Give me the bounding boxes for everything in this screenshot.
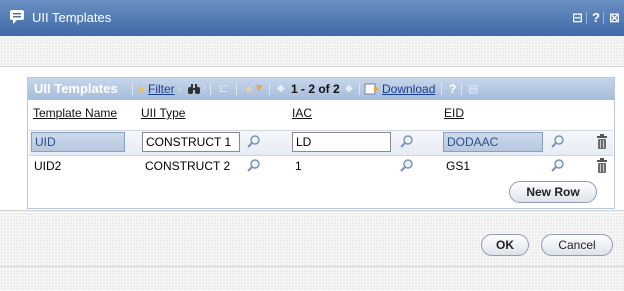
column-icon[interactable]: ⊏ xyxy=(219,82,228,95)
chevron-right-icon: › xyxy=(179,84,182,94)
pager-text: 1 - 2 of 2 xyxy=(291,82,340,96)
toolbar-divider xyxy=(441,83,442,95)
panel-menu-icon[interactable]: ▤ xyxy=(468,82,478,95)
header-uii-type[interactable]: UII Type xyxy=(141,106,185,120)
minimize-icon[interactable]: ⊟ xyxy=(572,10,583,26)
toolbar-divider xyxy=(132,83,133,95)
trash-icon[interactable] xyxy=(595,158,609,174)
content-area: UII Templates ▶ Filter › › ⊏ ▲ ▼ ◆ 1 - 2… xyxy=(0,67,624,210)
panel-title: UII Templates xyxy=(34,81,118,96)
table-row[interactable]: UID CONSTRUCT 1 LD DODAAC xyxy=(29,130,613,156)
uii-templates-panel: UII Templates ▶ Filter › › ⊏ ▲ ▼ ◆ 1 - 2… xyxy=(27,77,615,209)
table-row[interactable]: UID2 CONSTRUCT 2 1 GS1 xyxy=(29,155,613,177)
header-template-name[interactable]: Template Name xyxy=(33,106,117,120)
download-icon[interactable] xyxy=(364,82,380,96)
filter-link[interactable]: Filter xyxy=(148,82,175,96)
magnifier-icon[interactable] xyxy=(550,134,565,149)
toolbar-divider xyxy=(269,83,270,95)
next-icon[interactable]: ◆ xyxy=(345,83,353,94)
top-toolbar-area xyxy=(0,36,624,67)
prev-icon[interactable]: ◆ xyxy=(277,83,285,94)
header-iac[interactable]: IAC xyxy=(292,106,312,120)
toolbar-divider xyxy=(236,83,237,95)
arrow-up-icon[interactable]: ▲ xyxy=(244,83,254,94)
filter-arrow-icon: ▶ xyxy=(139,84,146,94)
iac-cell: 1 xyxy=(295,159,302,173)
comment-icon xyxy=(10,10,24,24)
toolbar-divider xyxy=(461,83,462,95)
ok-button[interactable]: OK xyxy=(481,234,529,256)
chevron-right-icon: › xyxy=(203,82,207,93)
download-link[interactable]: Download xyxy=(382,82,435,96)
template-name-cell: UID2 xyxy=(34,159,62,173)
toolbar-divider xyxy=(210,83,211,95)
new-row-button[interactable]: New Row xyxy=(509,181,597,203)
toolbar-divider xyxy=(359,83,360,95)
eid-field: DODAAC xyxy=(443,132,543,152)
trash-icon[interactable] xyxy=(595,134,609,150)
magnifier-icon[interactable] xyxy=(246,158,261,173)
binoculars-icon[interactable] xyxy=(187,82,201,96)
eid-cell: GS1 xyxy=(446,159,471,173)
uii-type-field[interactable]: CONSTRUCT 1 xyxy=(142,132,240,152)
dialog-button-bar: OK Cancel xyxy=(0,210,624,291)
divider xyxy=(0,266,624,267)
magnifier-icon[interactable] xyxy=(550,158,565,173)
titlebar-divider xyxy=(603,12,604,24)
template-name-field: UID xyxy=(31,132,125,152)
magnifier-icon[interactable] xyxy=(399,158,414,173)
window-title: UII Templates xyxy=(32,10,112,25)
arrow-down-icon[interactable]: ▼ xyxy=(254,83,264,94)
window-titlebar: UII Templates ⊟ ? ⊠ xyxy=(0,0,624,36)
close-icon[interactable]: ⊠ xyxy=(609,10,620,26)
header-eid[interactable]: EID xyxy=(444,106,464,120)
help-icon[interactable]: ? xyxy=(592,10,600,25)
help-button[interactable]: ? xyxy=(449,82,456,96)
magnifier-icon[interactable] xyxy=(399,134,414,149)
uii-type-cell: CONSTRUCT 2 xyxy=(145,159,231,173)
cancel-button[interactable]: Cancel xyxy=(541,234,613,256)
magnifier-icon[interactable] xyxy=(246,134,261,149)
panel-toolbar: UII Templates ▶ Filter › › ⊏ ▲ ▼ ◆ 1 - 2… xyxy=(28,78,614,100)
titlebar-divider xyxy=(586,12,587,24)
iac-field[interactable]: LD xyxy=(292,132,391,152)
